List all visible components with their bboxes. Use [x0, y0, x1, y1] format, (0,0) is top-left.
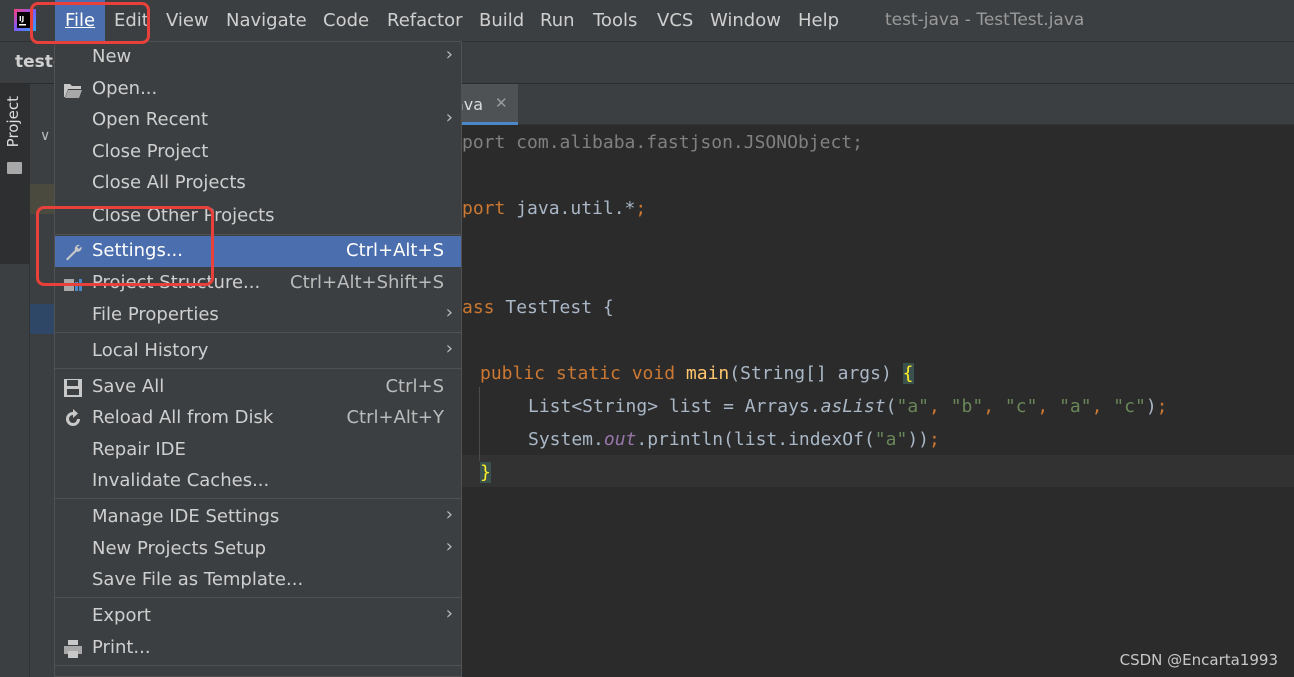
- menu-item-open-recent[interactable]: Open Recent ›: [55, 105, 461, 136]
- annotation-highlight-settings: [36, 206, 214, 286]
- menu-item-label: Close Project: [92, 141, 209, 162]
- menu-item-manage-ide-settings[interactable]: Manage IDE Settings ›: [55, 502, 461, 533]
- chevron-right-icon: ›: [445, 536, 453, 557]
- menu-separator: [55, 368, 461, 369]
- tool-window-strip: Project: [0, 84, 30, 677]
- project-tree-row[interactable]: [30, 304, 56, 334]
- menu-build[interactable]: Build: [479, 0, 524, 41]
- menu-item-file-properties[interactable]: File Properties ›: [55, 300, 461, 331]
- close-icon[interactable]: ✕: [495, 94, 508, 112]
- menu-tools[interactable]: Tools: [593, 0, 637, 41]
- menu-item-export[interactable]: Export ›: [55, 601, 461, 632]
- code-line-class: ass TestTest {: [462, 297, 614, 318]
- menu-separator: [55, 665, 461, 666]
- save-icon: [64, 379, 82, 397]
- menu-code[interactable]: Code: [323, 0, 369, 41]
- menu-item-label: Reload All from Disk: [92, 407, 274, 428]
- chevron-right-icon: ›: [445, 44, 453, 65]
- code-line-list: List<String> list = Arrays.asList("a", "…: [528, 396, 1168, 417]
- menu-separator: [55, 498, 461, 499]
- menu-view[interactable]: View: [166, 0, 209, 41]
- menu-navigate[interactable]: Navigate: [226, 0, 307, 41]
- menu-item-label: Local History: [92, 340, 209, 361]
- project-tool-button[interactable]: Project: [0, 84, 30, 264]
- folder-icon: [7, 162, 22, 174]
- project-tool-label: Project: [4, 96, 22, 148]
- code-editor[interactable]: port com.alibaba.fastjson.JSONObject; po…: [462, 125, 1294, 677]
- indent-guide: [479, 387, 480, 461]
- code-line-import-json: port com.alibaba.fastjson.JSONObject;: [462, 132, 863, 153]
- menu-item-label: File Properties: [92, 304, 219, 325]
- menu-window[interactable]: Window: [710, 0, 781, 41]
- menu-item-shortcut: Ctrl+Alt+Shift+S: [290, 272, 444, 293]
- file-menu-dropdown: New › Open... Open Recent › Close Projec…: [54, 41, 462, 677]
- menu-item-label: Manage IDE Settings: [92, 506, 280, 527]
- menu-item-new[interactable]: New ›: [55, 42, 461, 73]
- menu-help[interactable]: Help: [798, 0, 839, 41]
- menu-item-invalidate-caches[interactable]: Invalidate Caches...: [55, 466, 461, 497]
- chevron-right-icon: ›: [445, 302, 453, 323]
- menu-item-new-projects-setup[interactable]: New Projects Setup ›: [55, 534, 461, 565]
- menu-item-print[interactable]: Print...: [55, 633, 461, 664]
- menu-item-local-history[interactable]: Local History ›: [55, 336, 461, 367]
- code-line-main: public static void main(String[] args) {: [480, 363, 914, 384]
- caret-row-highlight: [462, 455, 1294, 487]
- chevron-right-icon: ›: [445, 338, 453, 359]
- svg-text:IJ: IJ: [19, 15, 24, 23]
- chevron-down-icon[interactable]: ∨: [40, 128, 50, 144]
- menu-item-shortcut: Ctrl+Alt+S: [346, 240, 444, 261]
- menu-item-label: Open Recent: [92, 109, 209, 130]
- menu-item-label: Open...: [92, 78, 158, 99]
- annotation-highlight-file: [30, 2, 150, 44]
- tab-testtest-java[interactable]: ava ✕: [454, 84, 518, 125]
- menu-item-label: Save File as Template...: [92, 569, 304, 590]
- menu-separator: [55, 597, 461, 598]
- menu-item-close-all-projects[interactable]: Close All Projects: [55, 168, 461, 199]
- menu-item-open[interactable]: Open...: [55, 74, 461, 105]
- menu-item-label: New: [92, 46, 132, 67]
- menu-item-shortcut: Ctrl+Alt+Y: [346, 407, 444, 428]
- reload-icon: [66, 409, 80, 426]
- menu-item-save-file-as-template[interactable]: Save File as Template...: [55, 565, 461, 596]
- menu-item-label: Print...: [92, 637, 151, 658]
- window-title: test-java - TestTest.java: [885, 10, 1085, 30]
- menu-item-close-project[interactable]: Close Project: [55, 137, 461, 168]
- chevron-right-icon: ›: [445, 107, 453, 128]
- watermark: CSDN @Encarta1993: [1119, 651, 1278, 669]
- code-line-import-util: port java.util.*;: [462, 198, 647, 219]
- menu-item-label: Close All Projects: [92, 172, 246, 193]
- menu-item-reload-from-disk[interactable]: Reload All from Disk Ctrl+Alt+Y: [55, 403, 461, 434]
- printer-icon: [64, 640, 82, 658]
- menu-item-label: Export: [92, 605, 151, 626]
- menu-item-label: Repair IDE: [92, 439, 186, 460]
- editor-tab-bar: ava ✕: [454, 84, 1294, 125]
- menu-item-label: Save All: [92, 376, 165, 397]
- chevron-right-icon: ›: [445, 504, 453, 525]
- menu-item-repair-ide[interactable]: Repair IDE: [55, 435, 461, 466]
- menu-item-label: Invalidate Caches...: [92, 470, 270, 491]
- code-line-println: System.out.println(list.indexOf("a"));: [528, 429, 940, 450]
- menu-item-shortcut: Ctrl+S: [385, 376, 444, 397]
- menu-bar: IJ File Edit View Navigate Code Refactor…: [0, 0, 1294, 41]
- menu-item-save-all[interactable]: Save All Ctrl+S: [55, 372, 461, 403]
- menu-refactor[interactable]: Refactor: [387, 0, 463, 41]
- code-line-close-brace: }: [480, 462, 491, 483]
- menu-item-label: New Projects Setup: [92, 538, 267, 559]
- menu-run[interactable]: Run: [540, 0, 575, 41]
- menu-separator: [55, 332, 461, 333]
- folder-open-icon: [64, 84, 82, 98]
- menu-vcs[interactable]: VCS: [657, 0, 693, 41]
- chevron-right-icon: ›: [445, 603, 453, 624]
